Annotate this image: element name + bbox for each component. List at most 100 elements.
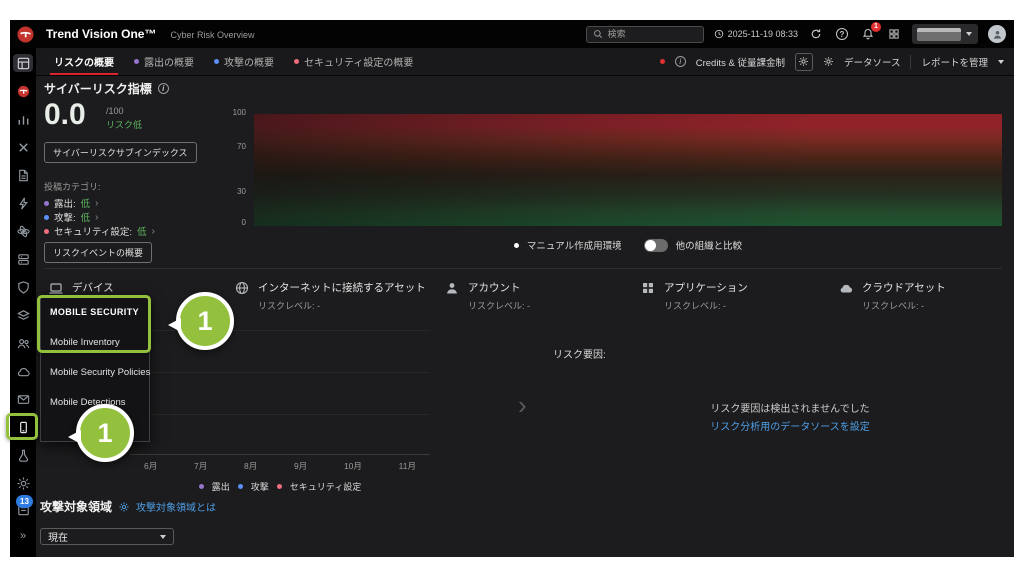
panel-chevron-icon[interactable]: › [518, 392, 527, 418]
gear-icon [16, 476, 31, 491]
asset-category-risk: リスクレベル: - [258, 299, 426, 312]
x-label: 6月 [144, 460, 157, 472]
asset-category-applications[interactable]: アプリケーション リスクレベル: - [640, 280, 748, 312]
configure-data-sources-link[interactable]: リスク分析用のデータソースを設定 [600, 418, 980, 433]
refresh-icon [810, 28, 822, 40]
help-button[interactable]: ? [834, 26, 850, 42]
nav-tasks-item[interactable]: 13 [15, 500, 31, 518]
x-label: 7月 [194, 460, 207, 472]
tab-label: 露出の概要 [144, 54, 194, 69]
info-icon[interactable]: i [158, 83, 169, 94]
dashboard-settings-button[interactable] [795, 53, 813, 71]
screenshot-canvas: Trend Vision One™ Cyber Risk Overview 20… [0, 0, 1024, 576]
annotation-highlight-menu [37, 295, 151, 353]
menu-item-mobile-security-policies[interactable]: Mobile Security Policies [41, 357, 149, 387]
chevron-down-icon [160, 535, 166, 539]
users-icon [16, 336, 31, 351]
asset-category-cloud[interactable]: クラウドアセット リスクレベル: - [838, 280, 946, 312]
asset-category-internet-facing[interactable]: インターネットに接続するアセット リスクレベル: - [234, 280, 426, 312]
contrib-label: 攻撃: [54, 210, 76, 224]
status-dot [134, 59, 139, 64]
nav-playbooks-item[interactable] [15, 166, 31, 184]
gauge-tick-70: 70 [210, 142, 246, 151]
attack-surface-help-link[interactable]: 攻撃対象領域とは [136, 499, 216, 514]
cloud-asset-icon [838, 280, 854, 296]
legend-dot [199, 484, 204, 489]
toggle-knob [645, 240, 656, 251]
asset-category-risk: リスクレベル: - [862, 299, 946, 312]
credits-link[interactable]: Credits & 従量課金制 [696, 55, 785, 69]
risk-events-button[interactable]: リスクイベントの概要 [44, 242, 152, 263]
notifications-button[interactable]: 1 [860, 26, 876, 42]
contrib-label: セキュリティ設定: [54, 224, 132, 238]
asset-category-accounts[interactable]: アカウント リスクレベル: - [444, 280, 530, 312]
gauge-legend: マニュアル作成用環境 他の組織と比較 [254, 238, 1002, 252]
user-avatar[interactable] [988, 25, 1006, 43]
gauge-tick-100: 100 [210, 108, 246, 117]
refresh-button[interactable] [808, 26, 824, 42]
nav-dashboard-item[interactable] [13, 54, 33, 72]
tab-security-config-overview[interactable]: セキュリティ設定の概要 [284, 48, 423, 75]
timestamp[interactable]: 2025-11-19 08:33 [714, 29, 798, 39]
console-apps-button[interactable] [886, 26, 902, 42]
data-sources-button[interactable]: データソース [844, 55, 901, 69]
tenant-selector[interactable] [912, 24, 978, 44]
legend-label: 露出 [212, 480, 230, 493]
nav-identity-item[interactable] [15, 334, 31, 352]
tabbar-actions: i Credits & 従量課金制 データソース レポートを管理 [660, 53, 1014, 71]
gauge-tick-30: 30 [210, 187, 246, 196]
search-input[interactable] [608, 29, 688, 39]
cri-section-header: サイバーリスク指標 i [44, 80, 169, 97]
env-dot [514, 243, 519, 248]
search-box[interactable] [586, 26, 704, 43]
nav-reports-item[interactable] [15, 110, 31, 128]
shield-icon [16, 280, 31, 295]
time-filter-select[interactable]: 現在 [40, 528, 174, 545]
nav-automation-item[interactable] [15, 194, 31, 212]
asset-category-label: デバイス [72, 280, 134, 295]
legend-label: 攻撃 [251, 480, 269, 493]
legend-dot [238, 484, 243, 489]
nav-threat-intel-item[interactable] [15, 222, 31, 240]
x-icon [16, 140, 31, 155]
nav-inventory-item[interactable] [15, 306, 31, 324]
trend-chart-legend: 露出 攻撃 セキュリティ設定 [130, 480, 430, 493]
overview-tab-bar: リスクの概要 露出の概要 攻撃の概要 セキュリティ設定の概要 i Cr [36, 48, 1014, 76]
nav-email-item[interactable] [15, 390, 31, 408]
attack-surface-header: 攻撃対象領域 攻撃対象領域とは [40, 498, 216, 515]
nav-settings-item[interactable] [15, 474, 31, 492]
cri-subindex-button[interactable]: サイバーリスクサブインデックス [44, 142, 197, 163]
manage-reports-button[interactable]: レポートを管理 [921, 55, 988, 69]
lightning-icon [16, 196, 31, 211]
nav-endpoint-item[interactable] [15, 250, 31, 268]
app-window: Trend Vision One™ Cyber Risk Overview 20… [10, 20, 1014, 557]
nav-xdr-item[interactable] [15, 82, 31, 100]
tab-exposure-overview[interactable]: 露出の概要 [124, 48, 204, 75]
topbar-actions: 2025-11-19 08:33 ? 1 [586, 20, 1014, 48]
expand-nav-button[interactable]: » [10, 530, 36, 542]
annotation-step-number: 1 [97, 418, 112, 449]
risk-trend-chart [130, 330, 430, 455]
compare-toggle[interactable] [644, 239, 668, 252]
contrib-row-exposure[interactable]: 露出: 低 › [44, 196, 99, 210]
nav-cloud-item[interactable] [15, 362, 31, 380]
contrib-row-attack[interactable]: 攻撃: 低 › [44, 210, 99, 224]
nav-risk-item[interactable] [15, 278, 31, 296]
credits-alert-dot [660, 59, 665, 64]
trend-micro-logo[interactable] [10, 20, 40, 48]
tabs: リスクの概要 露出の概要 攻撃の概要 セキュリティ設定の概要 [36, 48, 423, 75]
nav-workbench-item[interactable] [15, 138, 31, 156]
category-dot [44, 201, 49, 206]
status-dot [294, 59, 299, 64]
tab-risk-overview[interactable]: リスクの概要 [44, 48, 124, 75]
section-divider [44, 268, 1002, 269]
chevron-down-icon [966, 32, 972, 36]
help-icon: ? [836, 28, 848, 40]
contrib-row-security-config[interactable]: セキュリティ設定: 低 › [44, 224, 155, 238]
cri-risk-level: リスク低 [106, 118, 142, 131]
nav-sandbox-item[interactable] [15, 446, 31, 464]
tab-attack-overview[interactable]: 攻撃の概要 [204, 48, 284, 75]
annotation-step-number: 1 [197, 306, 212, 337]
x-label: 11月 [399, 460, 416, 472]
category-dot [44, 215, 49, 220]
